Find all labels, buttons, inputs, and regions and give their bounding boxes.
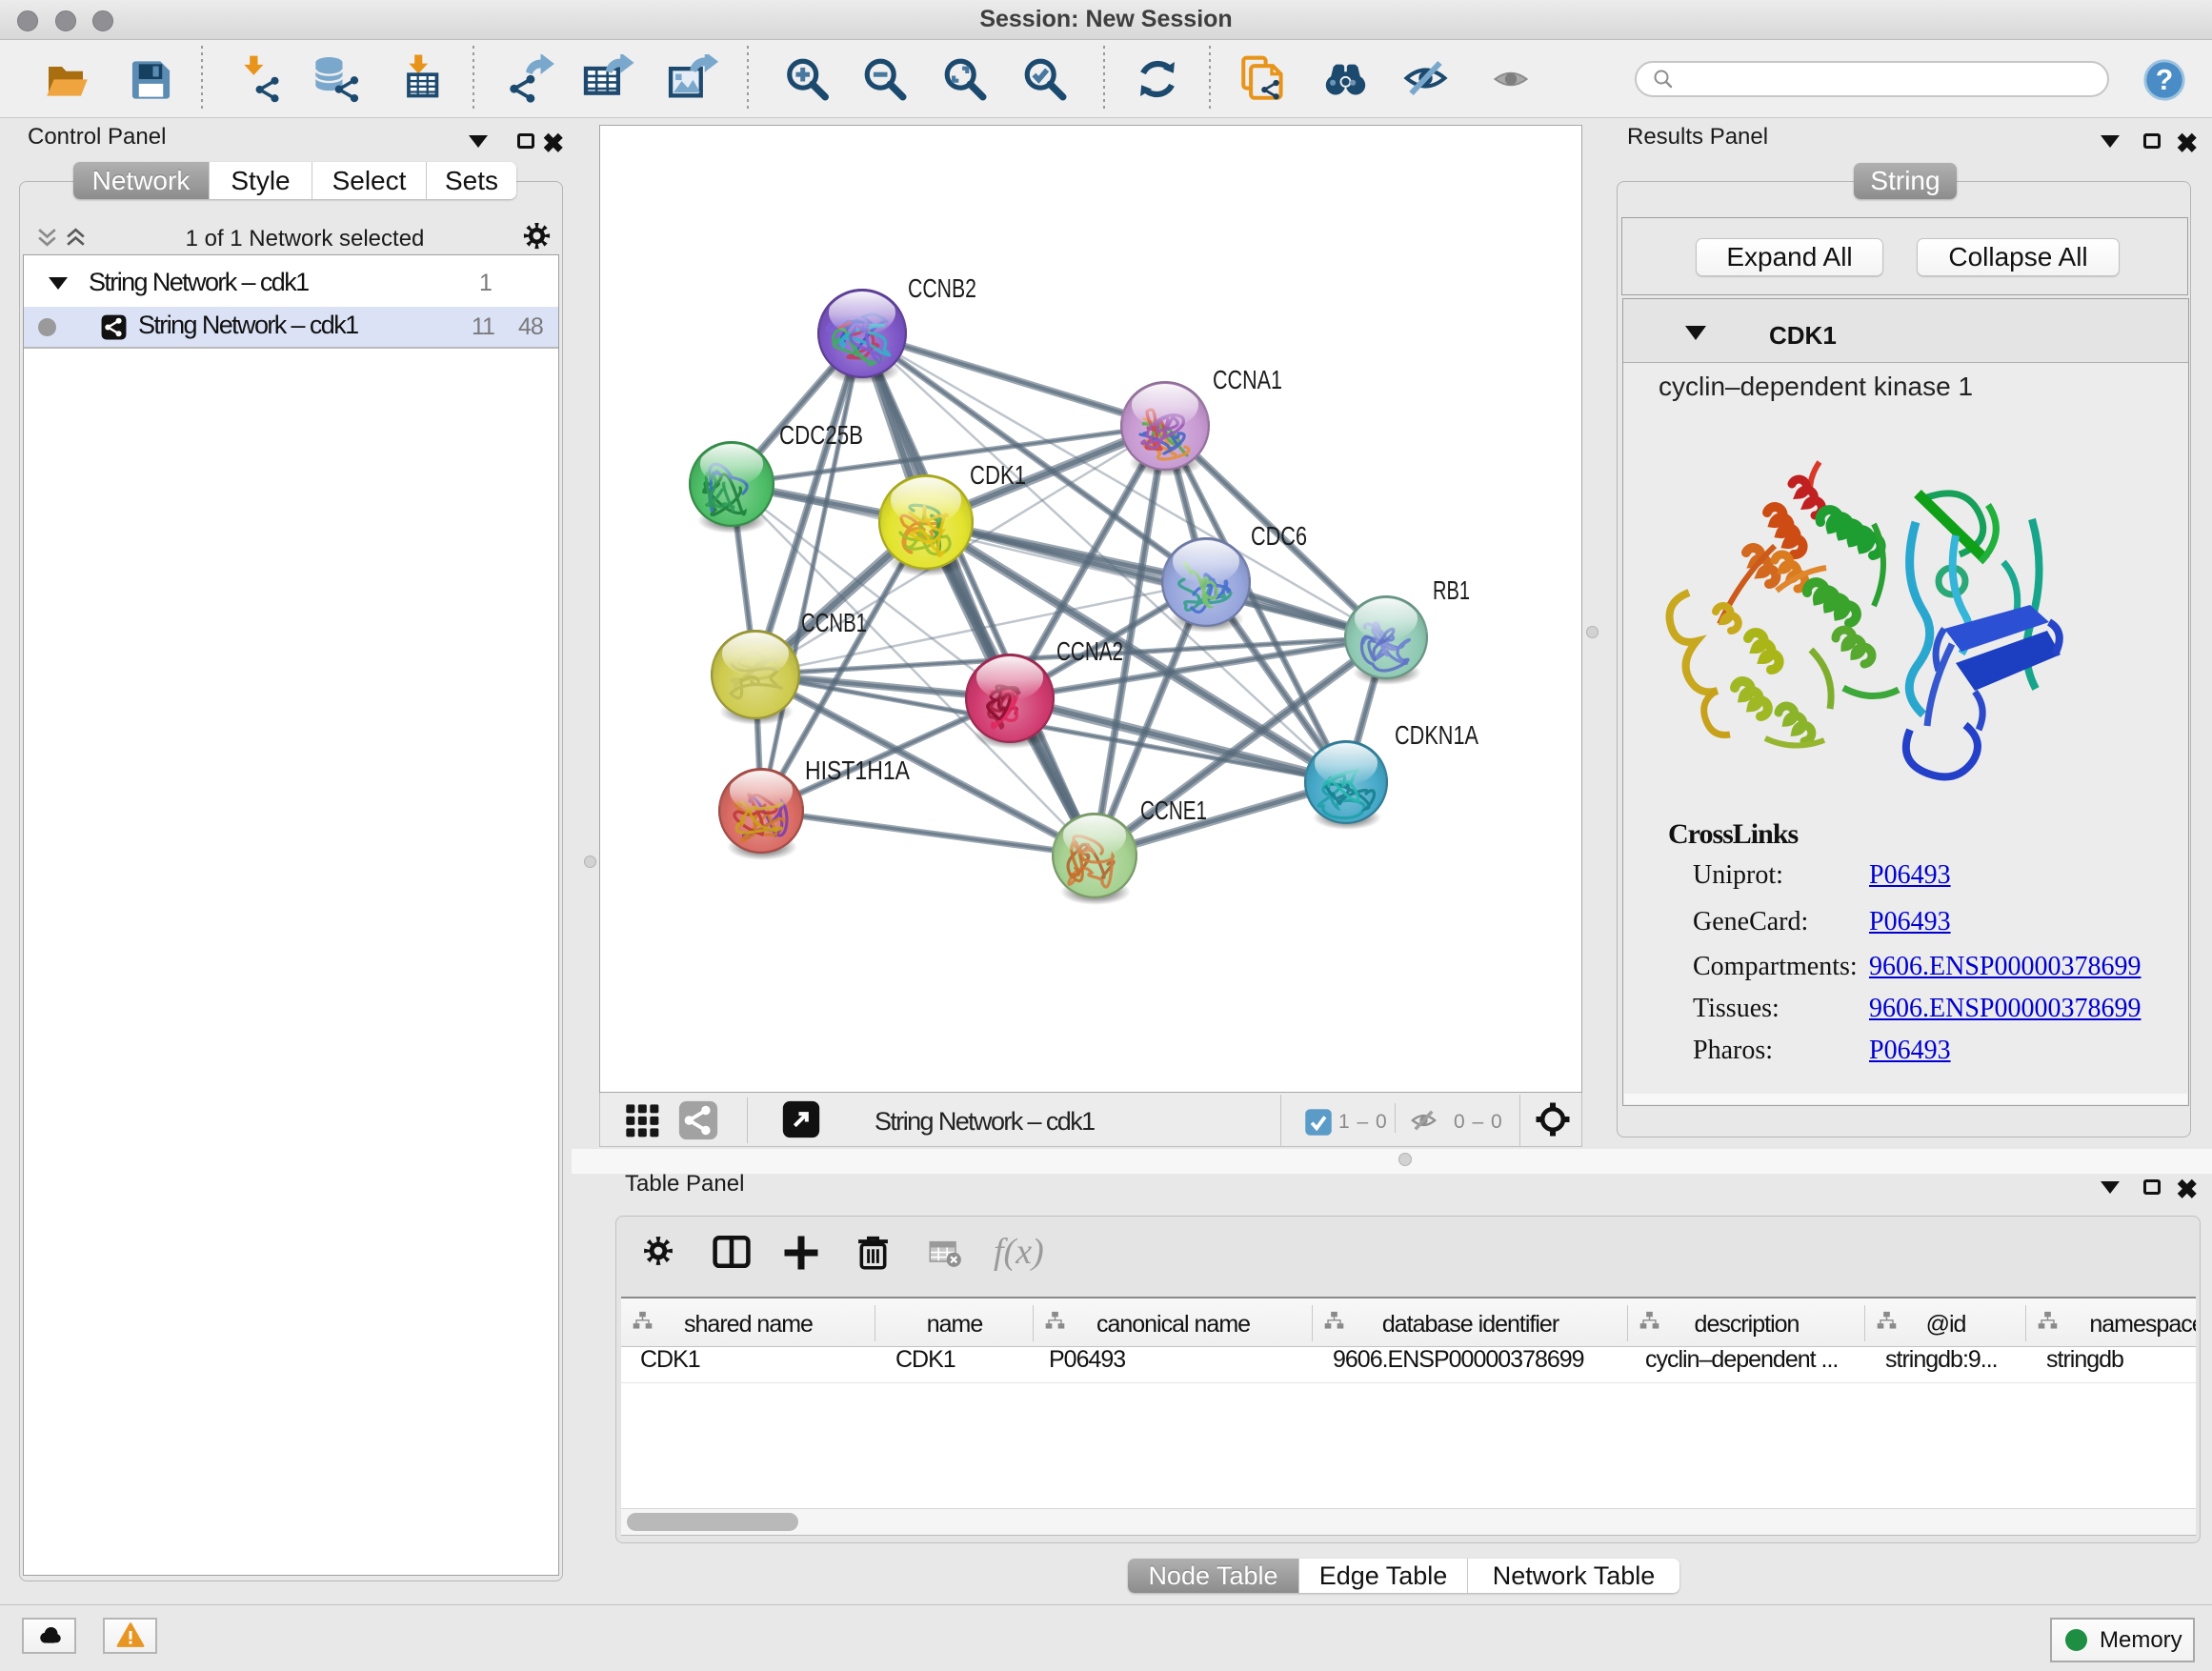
svg-text:CDC6: CDC6 [1251,521,1307,551]
svg-text:?: ? [2156,65,2173,96]
svg-text:RB1: RB1 [1433,575,1470,605]
svg-text:CCNB2: CCNB2 [908,273,976,303]
svg-text:CDK1: CDK1 [970,460,1026,490]
svg-text:HIST1H1A: HIST1H1A [805,755,910,785]
svg-text:CDKN1A: CDKN1A [1395,720,1478,750]
svg-text:CCNB1: CCNB1 [801,608,867,637]
svg-text:CCNE1: CCNE1 [1140,795,1207,825]
svg-text:CCNA1: CCNA1 [1213,365,1282,394]
svg-text:CDC25B: CDC25B [779,420,863,450]
svg-text:CCNA2: CCNA2 [1056,636,1123,666]
